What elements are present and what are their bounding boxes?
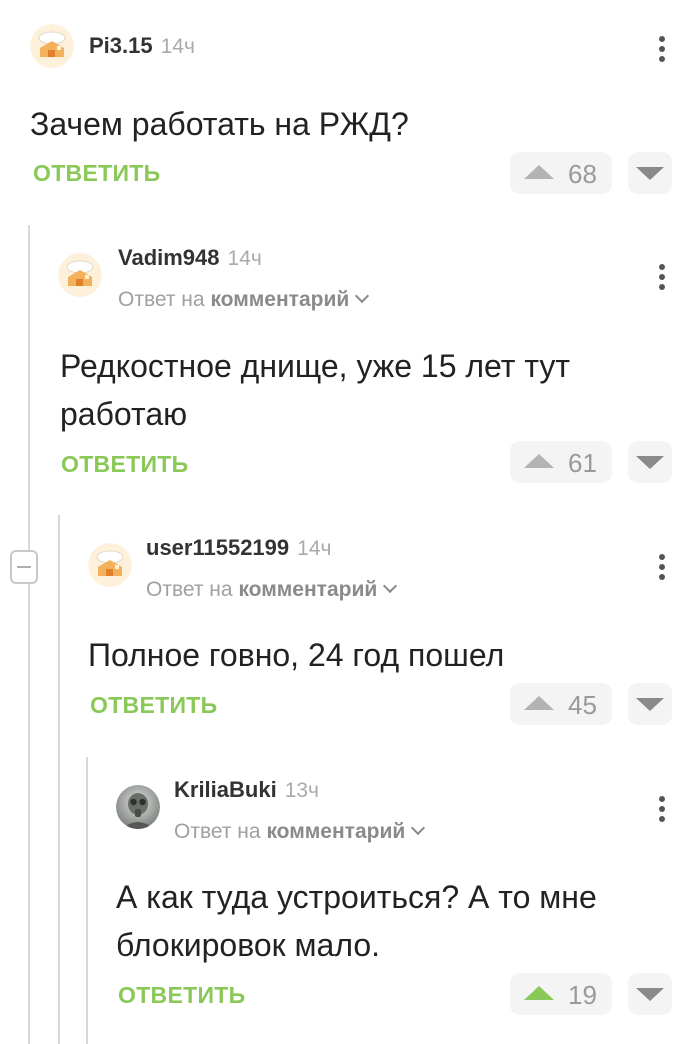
comment: KriliaBuki 13ч Ответ на комментарий А как…	[116, 757, 700, 1044]
downvote-arrow-icon	[636, 456, 664, 469]
comment-text: Редкостное днище, уже 15 лет тут работаю	[60, 348, 570, 432]
more-options-icon[interactable]	[655, 793, 669, 825]
downvote-button[interactable]	[628, 973, 672, 1015]
username[interactable]: KriliaBuki 13ч	[174, 777, 319, 803]
reply-button[interactable]: ОТВЕТИТЬ	[33, 160, 160, 187]
reply-to-prefix: Ответ на	[118, 288, 205, 311]
upvote-arrow-icon	[524, 454, 554, 468]
more-options-icon[interactable]	[655, 33, 669, 65]
upvote-button[interactable]: 61	[510, 441, 612, 483]
comment-time: 14ч	[297, 537, 332, 560]
collapse-thread-button[interactable]	[10, 550, 38, 584]
upvote-button[interactable]: 19	[510, 973, 612, 1015]
comment-time: 14ч	[160, 35, 195, 58]
chevron-down-icon[interactable]	[411, 820, 426, 836]
downvote-arrow-icon	[636, 988, 664, 1001]
comment-time: 13ч	[284, 779, 320, 802]
downvote-button[interactable]	[628, 683, 672, 725]
comment-text: Зачем работать на РЖД?	[30, 106, 409, 142]
chevron-down-icon[interactable]	[383, 578, 398, 594]
reply-to-prefix: Ответ на	[174, 820, 261, 843]
comment-time: 14ч	[227, 247, 262, 270]
username[interactable]: Vadim948 14ч	[118, 245, 262, 271]
reply-to-target[interactable]: комментарий	[266, 820, 405, 843]
reply-to-target[interactable]: комментарий	[238, 578, 377, 601]
username-text[interactable]: Vadim948	[118, 245, 220, 270]
downvote-arrow-icon	[636, 698, 664, 711]
comment-text: Полное говно, 24 год пошел	[88, 637, 505, 673]
avatar[interactable]	[58, 253, 102, 297]
vote-count: 61	[568, 448, 597, 478]
avatar[interactable]	[88, 543, 132, 587]
vote-count: 45	[568, 690, 597, 720]
reply-to-link[interactable]: Ответ на комментарий	[146, 578, 398, 602]
more-options-icon[interactable]	[655, 261, 669, 293]
username[interactable]: Pi3.15 14ч	[89, 33, 195, 59]
thread-line-level-3	[86, 757, 88, 1044]
gas-mask-photo-avatar-icon	[116, 785, 160, 829]
upvote-arrow-icon	[524, 165, 554, 179]
upvote-button[interactable]: 45	[510, 683, 612, 725]
more-options-icon[interactable]	[655, 551, 669, 583]
downvote-arrow-icon	[636, 167, 664, 180]
username-text[interactable]: user11552199	[146, 535, 289, 560]
comment: user11552199 14ч Ответ на комментарий Пол…	[86, 515, 700, 757]
avatar[interactable]	[116, 785, 160, 829]
comment: Pi3.15 14ч Зачем работать на РЖД? ОТВЕТИТ…	[0, 0, 700, 210]
vote-count: 68	[568, 159, 597, 189]
upvote-button[interactable]: 68	[510, 152, 612, 194]
pikabu-house-avatar-icon	[30, 24, 74, 68]
pikabu-house-avatar-icon	[58, 253, 102, 297]
upvote-arrow-icon	[524, 986, 554, 1000]
comment: Vadim948 14ч Ответ на комментарий Редкост…	[58, 225, 700, 515]
downvote-button[interactable]	[628, 441, 672, 483]
upvote-arrow-icon	[524, 696, 554, 710]
username-text[interactable]: KriliaBuki	[174, 777, 277, 802]
comment-text: А как туда устроиться? А то мне блокиров…	[116, 879, 597, 963]
username[interactable]: user11552199 14ч	[146, 535, 331, 561]
avatar[interactable]	[30, 24, 74, 68]
vote-count: 19	[568, 980, 597, 1010]
reply-to-prefix: Ответ на	[146, 578, 233, 601]
downvote-button[interactable]	[628, 152, 672, 194]
reply-to-link[interactable]: Ответ на комментарий	[174, 820, 426, 844]
pikabu-house-avatar-icon	[88, 543, 132, 587]
reply-to-target[interactable]: комментарий	[210, 288, 349, 311]
chevron-down-icon[interactable]	[355, 288, 370, 304]
reply-to-link[interactable]: Ответ на комментарий	[118, 288, 370, 312]
thread-line-level-2	[58, 515, 60, 1044]
thread-line-level-1	[28, 225, 30, 1044]
reply-button[interactable]: ОТВЕТИТЬ	[61, 451, 188, 478]
reply-button[interactable]: ОТВЕТИТЬ	[90, 692, 217, 719]
username-text[interactable]: Pi3.15	[89, 33, 153, 58]
reply-button[interactable]: ОТВЕТИТЬ	[118, 982, 245, 1009]
